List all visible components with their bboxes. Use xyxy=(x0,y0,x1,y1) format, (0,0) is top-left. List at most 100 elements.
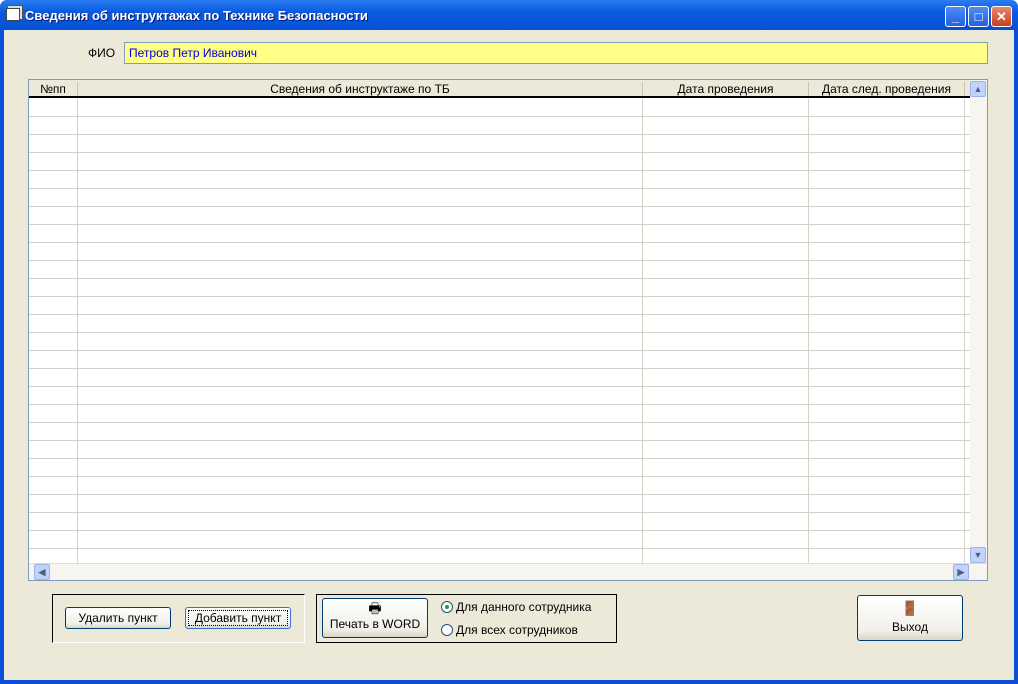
table-cell[interactable] xyxy=(29,495,78,513)
table-cell[interactable] xyxy=(643,207,809,225)
table-cell[interactable] xyxy=(29,171,78,189)
table-cell[interactable] xyxy=(809,531,965,549)
exit-button[interactable]: 🚪 Выход xyxy=(857,595,963,641)
table-cell[interactable] xyxy=(809,423,965,441)
table-cell[interactable] xyxy=(809,171,965,189)
table-cell[interactable] xyxy=(643,189,809,207)
table-row[interactable] xyxy=(29,117,970,135)
table-row[interactable] xyxy=(29,207,970,225)
table-cell[interactable] xyxy=(809,225,965,243)
table-cell[interactable] xyxy=(29,405,78,423)
table-cell[interactable] xyxy=(643,315,809,333)
table-cell[interactable] xyxy=(809,153,965,171)
table-cell[interactable] xyxy=(809,459,965,477)
table-cell[interactable] xyxy=(78,135,643,153)
table-cell[interactable] xyxy=(29,315,78,333)
table-cell[interactable] xyxy=(29,549,78,564)
table-cell[interactable] xyxy=(643,441,809,459)
table-row[interactable] xyxy=(29,477,970,495)
table-cell[interactable] xyxy=(78,117,643,135)
table-cell[interactable] xyxy=(643,405,809,423)
table-cell[interactable] xyxy=(643,243,809,261)
table-cell[interactable] xyxy=(643,99,809,117)
table-row[interactable] xyxy=(29,333,970,351)
table-cell[interactable] xyxy=(29,387,78,405)
table-cell[interactable] xyxy=(809,189,965,207)
table-cell[interactable] xyxy=(809,117,965,135)
table-cell[interactable] xyxy=(78,513,643,531)
table-cell[interactable] xyxy=(643,333,809,351)
table-cell[interactable] xyxy=(643,117,809,135)
horizontal-scrollbar[interactable]: ◀ ▶ xyxy=(29,563,987,580)
table-cell[interactable] xyxy=(29,459,78,477)
table-cell[interactable] xyxy=(78,171,643,189)
vertical-scrollbar[interactable]: ▲ ▼ xyxy=(970,80,987,564)
table-cell[interactable] xyxy=(29,297,78,315)
col-header-number[interactable]: №пп xyxy=(29,82,78,96)
table-cell[interactable] xyxy=(29,351,78,369)
table-cell[interactable] xyxy=(29,207,78,225)
table-cell[interactable] xyxy=(29,153,78,171)
table-cell[interactable] xyxy=(78,387,643,405)
table-cell[interactable] xyxy=(643,261,809,279)
table-row[interactable] xyxy=(29,549,970,564)
maximize-button[interactable]: □ xyxy=(968,6,989,27)
table-cell[interactable] xyxy=(809,387,965,405)
table-row[interactable] xyxy=(29,531,970,549)
col-header-next-date[interactable]: Дата след. проведения xyxy=(809,82,965,96)
table-cell[interactable] xyxy=(643,171,809,189)
table-row[interactable] xyxy=(29,405,970,423)
minimize-button[interactable]: _ xyxy=(945,6,966,27)
table-cell[interactable] xyxy=(29,225,78,243)
table-cell[interactable] xyxy=(29,441,78,459)
table-cell[interactable] xyxy=(643,513,809,531)
table-cell[interactable] xyxy=(809,135,965,153)
table-row[interactable] xyxy=(29,261,970,279)
table-cell[interactable] xyxy=(643,549,809,564)
table-cell[interactable] xyxy=(643,225,809,243)
table-cell[interactable] xyxy=(78,477,643,495)
table-cell[interactable] xyxy=(78,441,643,459)
table-cell[interactable] xyxy=(29,477,78,495)
table-body[interactable] xyxy=(29,99,970,564)
table-cell[interactable] xyxy=(809,495,965,513)
table-cell[interactable] xyxy=(809,99,965,117)
table-row[interactable] xyxy=(29,513,970,531)
print-word-button[interactable]: 🖶 Печать в WORD xyxy=(322,598,428,638)
table-cell[interactable] xyxy=(78,531,643,549)
table-cell[interactable] xyxy=(78,315,643,333)
scroll-down-icon[interactable]: ▼ xyxy=(970,547,986,563)
table-row[interactable] xyxy=(29,441,970,459)
table-cell[interactable] xyxy=(643,387,809,405)
table-cell[interactable] xyxy=(78,459,643,477)
instructions-table[interactable]: №пп Сведения об инструктаже по ТБ Дата п… xyxy=(28,79,988,581)
table-cell[interactable] xyxy=(78,225,643,243)
table-cell[interactable] xyxy=(78,369,643,387)
table-cell[interactable] xyxy=(29,117,78,135)
table-cell[interactable] xyxy=(29,189,78,207)
scroll-up-icon[interactable]: ▲ xyxy=(970,81,986,97)
table-cell[interactable] xyxy=(29,99,78,117)
table-cell[interactable] xyxy=(29,369,78,387)
table-cell[interactable] xyxy=(643,297,809,315)
table-cell[interactable] xyxy=(78,243,643,261)
table-cell[interactable] xyxy=(78,405,643,423)
table-cell[interactable] xyxy=(643,369,809,387)
table-row[interactable] xyxy=(29,297,970,315)
table-cell[interactable] xyxy=(809,513,965,531)
table-cell[interactable] xyxy=(78,153,643,171)
table-cell[interactable] xyxy=(643,351,809,369)
add-item-button[interactable]: Добавить пункт xyxy=(185,607,291,629)
scroll-left-icon[interactable]: ◀ xyxy=(34,564,50,580)
table-row[interactable] xyxy=(29,171,970,189)
table-cell[interactable] xyxy=(809,315,965,333)
table-cell[interactable] xyxy=(643,495,809,513)
table-cell[interactable] xyxy=(809,243,965,261)
fio-field[interactable]: Петров Петр Иванович xyxy=(124,42,988,64)
table-cell[interactable] xyxy=(643,423,809,441)
table-cell[interactable] xyxy=(809,333,965,351)
table-row[interactable] xyxy=(29,369,970,387)
table-row[interactable] xyxy=(29,387,970,405)
table-cell[interactable] xyxy=(78,189,643,207)
table-cell[interactable] xyxy=(809,477,965,495)
